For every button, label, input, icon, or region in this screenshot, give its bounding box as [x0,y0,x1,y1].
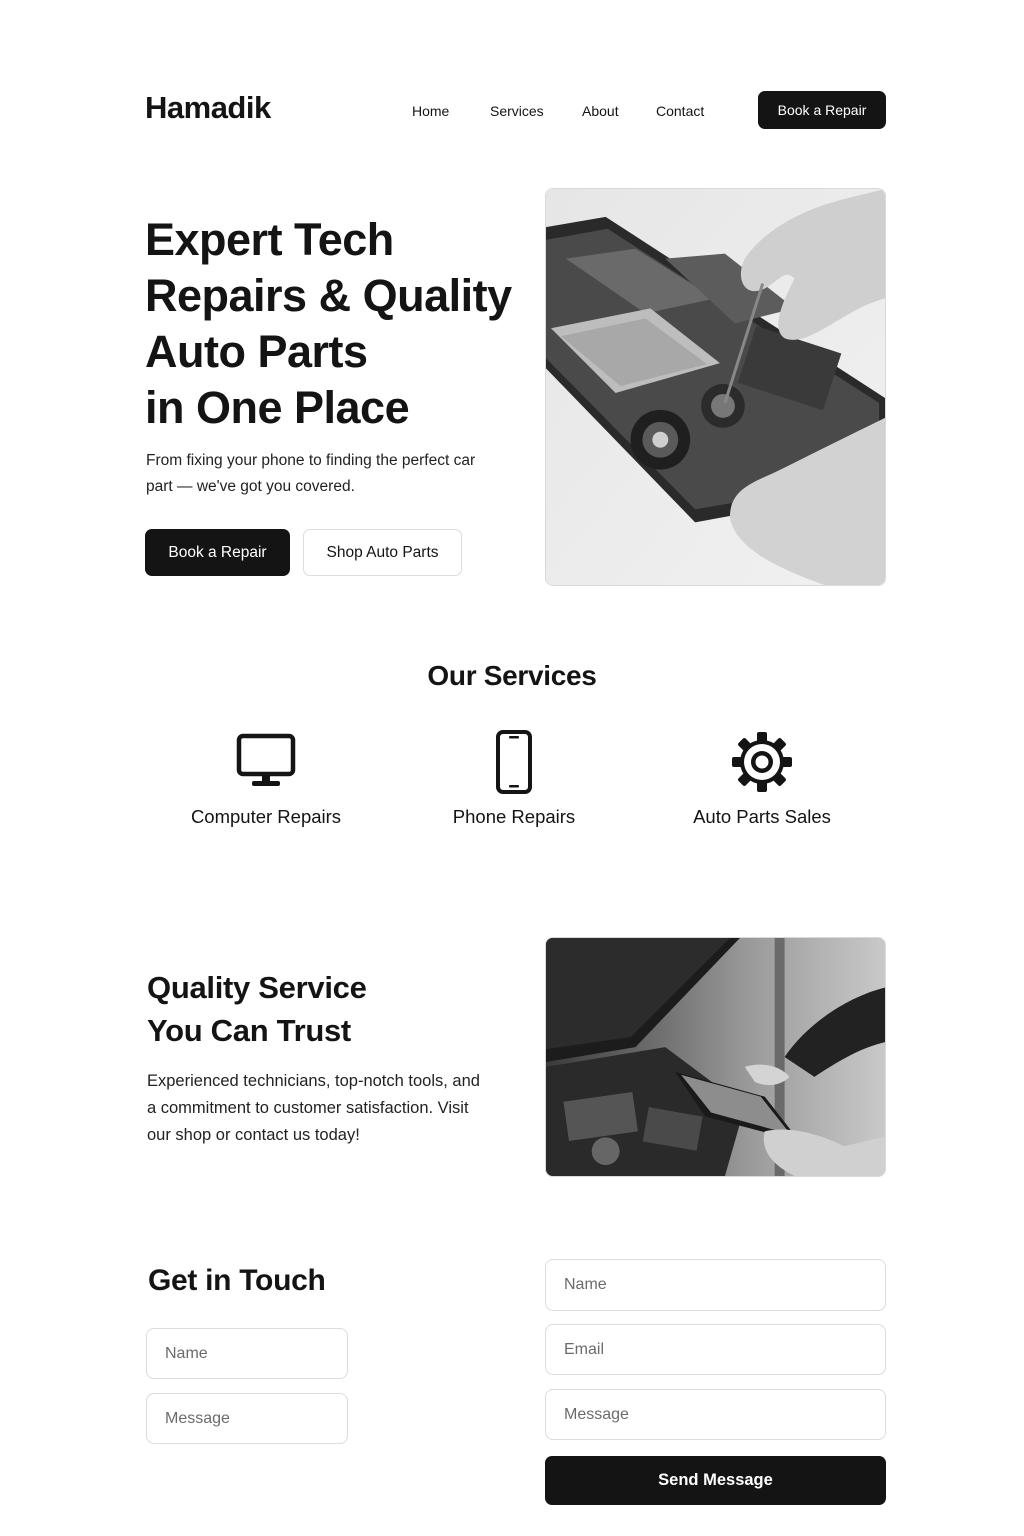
name-input[interactable] [545,1259,886,1311]
hero-title-line: Auto Parts [145,326,368,377]
nav-services[interactable]: Services [490,103,544,119]
quality-title-line: Quality Service [147,970,367,1005]
left-name-input[interactable] [146,1328,348,1379]
nav-contact[interactable]: Contact [656,103,704,119]
quality-title: Quality Service You Can Trust [147,966,507,1052]
shop-auto-parts-button[interactable]: Shop Auto Parts [303,529,462,576]
laptop-repair-illustration [546,189,885,585]
laptop-repair-photo [545,188,886,586]
page: Hamadik Home Services About Contact Book… [0,0,1024,1536]
contact-title: Get in Touch [148,1264,326,1297]
quality-text: Experienced technicians, top-notch tools… [147,1072,480,1144]
hero-book-repair-button[interactable]: Book a Repair [145,529,290,576]
hero-title-line: Expert Tech [145,214,394,265]
hero-title: Expert Tech Repairs & Quality Auto Parts… [145,212,525,436]
service-label: Computer Repairs [190,806,342,827]
nav-home[interactable]: Home [412,103,449,119]
service-auto-parts-sales[interactable]: Auto Parts Sales [642,730,882,828]
service-label: Auto Parts Sales [693,806,831,827]
logo[interactable]: Hamadik [145,90,271,126]
mechanic-illustration [546,938,885,1176]
hero-title-line: in One Place [145,382,410,433]
services-title: Our Services [427,660,597,691]
car-engine-tablet-photo [545,937,886,1177]
quality-title-line: You Can Trust [147,1013,351,1048]
nav-about[interactable]: About [582,103,619,119]
message-input[interactable] [545,1389,886,1440]
service-label: Phone Repairs [452,806,576,827]
send-message-button[interactable]: Send Message [545,1456,886,1505]
smartphone-icon [496,730,532,794]
service-phone-repairs[interactable]: Phone Repairs [394,730,634,828]
email-input[interactable] [545,1324,886,1375]
monitor-icon [236,733,296,786]
header-book-repair-button[interactable]: Book a Repair [758,91,886,129]
hero-title-line: Repairs & Quality [145,270,512,321]
service-computer-repairs[interactable]: Computer Repairs [146,730,386,828]
hero-subtitle: From fixing your phone to finding the pe… [146,452,476,495]
left-message-input[interactable] [146,1393,348,1444]
gear-icon [732,732,792,792]
